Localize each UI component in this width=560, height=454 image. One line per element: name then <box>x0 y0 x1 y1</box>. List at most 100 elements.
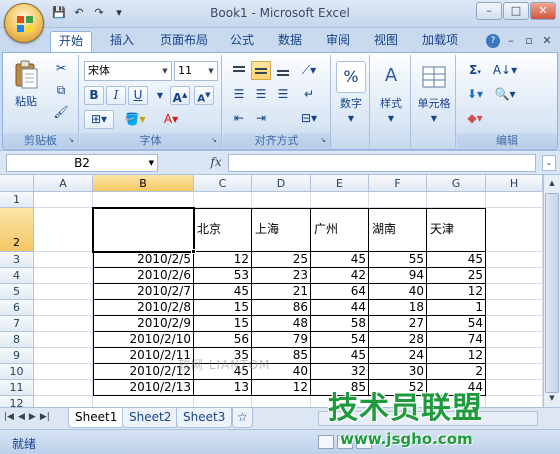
row-header-7[interactable]: 7 <box>0 316 34 332</box>
cell[interactable] <box>486 208 543 252</box>
value-cell[interactable]: 15 <box>194 316 252 332</box>
value-cell[interactable]: 44 <box>311 300 369 316</box>
value-cell[interactable]: 23 <box>252 268 311 284</box>
value-cell[interactable]: 79 <box>252 332 311 348</box>
row-header-2[interactable]: 2 <box>0 208 34 252</box>
value-cell[interactable]: 24 <box>369 348 427 364</box>
clear-icon[interactable]: ◆▾ <box>463 109 487 128</box>
paste-button[interactable]: 粘贴 <box>9 59 43 109</box>
row-header-6[interactable]: 6 <box>0 300 34 316</box>
table-header-cell[interactable]: 广州 <box>311 208 369 252</box>
cell[interactable] <box>427 192 486 208</box>
value-cell[interactable]: 74 <box>427 332 486 348</box>
format-painter-icon[interactable]: 🖌 <box>51 103 71 122</box>
cell[interactable] <box>486 316 543 332</box>
cell[interactable] <box>34 348 93 364</box>
cell[interactable] <box>34 316 93 332</box>
value-cell[interactable]: 15 <box>194 300 252 316</box>
styles-button[interactable]: A 样式 ▼ <box>374 61 408 124</box>
value-cell[interactable]: 94 <box>369 268 427 284</box>
worksheet-grid[interactable]: ▲ ▼ ABCDEFGH12345678910111213北京上海广州湖南天津2… <box>0 175 560 407</box>
value-cell[interactable]: 42 <box>311 268 369 284</box>
table-header-cell[interactable]: 北京 <box>194 208 252 252</box>
insert-function-button[interactable]: fx <box>206 155 226 171</box>
decrease-indent-icon[interactable]: ⇤ <box>229 109 249 128</box>
value-cell[interactable]: 48 <box>252 316 311 332</box>
font-color-icon[interactable]: A▾ <box>156 110 186 129</box>
cell[interactable] <box>194 192 252 208</box>
column-header-h[interactable]: H <box>486 175 543 192</box>
scroll-down-icon[interactable]: ▼ <box>545 391 559 406</box>
date-cell[interactable]: 2010/2/8 <box>93 300 194 316</box>
cell[interactable] <box>252 396 311 407</box>
cell[interactable] <box>369 192 427 208</box>
row-header-12[interactable]: 12 <box>0 396 34 407</box>
cell[interactable] <box>486 300 543 316</box>
value-cell[interactable]: 12 <box>427 348 486 364</box>
date-cell[interactable]: 2010/2/10 <box>93 332 194 348</box>
name-box[interactable]: B2 ▼ <box>6 154 158 172</box>
cell[interactable] <box>486 348 543 364</box>
cell[interactable] <box>252 192 311 208</box>
value-cell[interactable]: 28 <box>369 332 427 348</box>
font-launcher-icon[interactable]: ↘ <box>209 135 219 145</box>
row-header-1[interactable]: 1 <box>0 192 34 208</box>
select-all-corner[interactable] <box>0 175 34 192</box>
table-header-cell[interactable]: 上海 <box>252 208 311 252</box>
maximize-button[interactable]: □ <box>503 2 529 20</box>
expand-formula-bar-icon[interactable]: ⌄ <box>542 155 556 171</box>
value-cell[interactable]: 18 <box>369 300 427 316</box>
value-cell[interactable]: 54 <box>311 332 369 348</box>
italic-button[interactable]: I <box>106 86 126 105</box>
cell[interactable] <box>486 380 543 396</box>
cell[interactable] <box>93 396 194 407</box>
cell[interactable] <box>311 192 369 208</box>
bold-button[interactable]: B <box>84 86 104 105</box>
value-cell[interactable]: 25 <box>427 268 486 284</box>
copy-icon[interactable]: ⧉ <box>51 81 71 100</box>
fill-handle[interactable] <box>191 249 196 254</box>
autosum-button[interactable]: Σ▾ <box>463 61 487 80</box>
orientation-icon[interactable]: ⟋▾ <box>299 61 319 80</box>
cell[interactable] <box>34 252 93 268</box>
formula-input[interactable] <box>228 154 536 172</box>
cell[interactable] <box>34 364 93 380</box>
clipboard-launcher-icon[interactable]: ↘ <box>66 135 76 145</box>
sort-filter-icon[interactable]: A↓▾ <box>491 61 519 80</box>
value-cell[interactable]: 54 <box>427 316 486 332</box>
sheet-tab-sheet1[interactable]: Sheet1 <box>68 408 125 428</box>
align-right-icon[interactable]: ☰ <box>273 85 293 104</box>
close-button[interactable]: ✕ <box>530 2 556 20</box>
normal-view-icon[interactable] <box>318 435 334 449</box>
cell[interactable] <box>34 380 93 396</box>
align-middle-icon[interactable] <box>251 61 271 80</box>
value-cell[interactable]: 21 <box>252 284 311 300</box>
table-corner-cell[interactable] <box>93 208 194 252</box>
cell[interactable] <box>93 192 194 208</box>
cell[interactable] <box>34 284 93 300</box>
column-header-d[interactable]: D <box>252 175 311 192</box>
align-left-icon[interactable]: ☰ <box>229 85 249 104</box>
tab-data[interactable]: 数据 <box>270 31 310 52</box>
office-button[interactable] <box>4 3 44 43</box>
column-header-e[interactable]: E <box>311 175 369 192</box>
value-cell[interactable]: 58 <box>311 316 369 332</box>
row-header-11[interactable]: 11 <box>0 380 34 396</box>
value-cell[interactable]: 55 <box>369 252 427 268</box>
value-cell[interactable]: 56 <box>194 332 252 348</box>
date-cell[interactable]: 2010/2/5 <box>93 252 194 268</box>
minimize-button[interactable]: – <box>476 2 502 20</box>
cell[interactable] <box>486 252 543 268</box>
cell[interactable] <box>34 192 93 208</box>
cells-button[interactable]: 单元格 ▼ <box>414 61 454 124</box>
cell[interactable] <box>34 332 93 348</box>
tab-home[interactable]: 开始 <box>50 31 93 52</box>
value-cell[interactable]: 12 <box>427 284 486 300</box>
number-button[interactable]: % 数字 ▼ <box>334 61 368 124</box>
row-header-3[interactable]: 3 <box>0 252 34 268</box>
date-cell[interactable]: 2010/2/13 <box>93 380 194 396</box>
cell[interactable] <box>34 396 93 407</box>
shrink-font-button[interactable]: A▼ <box>194 86 214 105</box>
fill-color-icon[interactable]: 🪣▾ <box>120 110 150 129</box>
date-cell[interactable]: 2010/2/6 <box>93 268 194 284</box>
